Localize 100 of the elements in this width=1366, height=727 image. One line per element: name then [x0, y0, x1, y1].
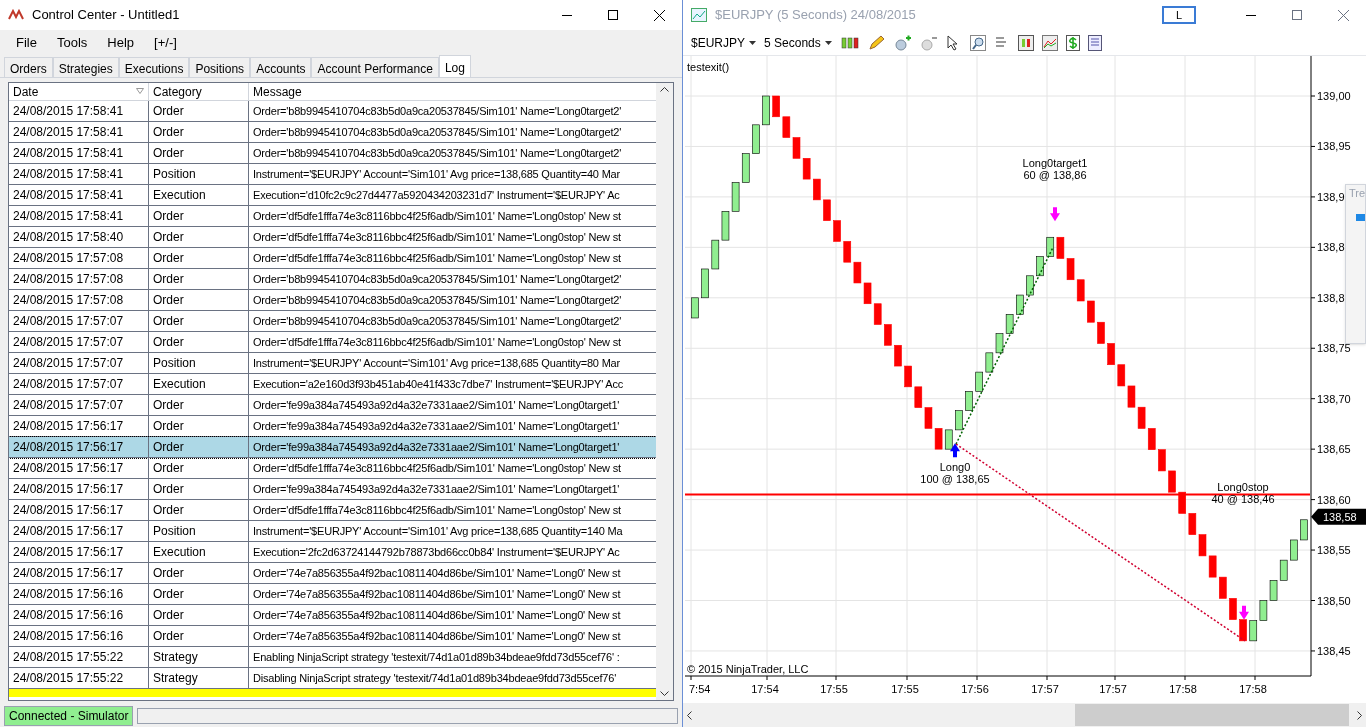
log-row[interactable]: 24/08/2015 17:56:17 Order Order='fe99a384a745493a92d4a32e7331aae2/Sim101' Name='Long0target1' — [9, 437, 656, 458]
category-cell: Position — [149, 353, 249, 373]
tab[interactable]: Log — [438, 55, 471, 77]
date-cell: 24/08/2015 17:56:17 — [9, 563, 149, 583]
scroll-down-icon[interactable] — [660, 691, 669, 696]
toolbar-dropdown[interactable]: $EURJPY — [691, 33, 757, 52]
candle — [1036, 256, 1044, 277]
axis-tick — [976, 675, 978, 681]
category-cell: Order — [149, 311, 249, 331]
zoom-in-icon[interactable] — [893, 34, 912, 51]
date-cell: 24/08/2015 17:55:22 — [9, 647, 149, 667]
date-cell: 24/08/2015 17:57:07 — [9, 374, 149, 394]
axis-tick — [835, 675, 837, 681]
message-cell-text: Order='fe99a384a745493a92d4a32e7331aae2/Sim101' Name='Long0target1' — [252, 418, 621, 434]
layout-button[interactable]: L — [1162, 6, 1196, 24]
menu-item[interactable]: File — [8, 33, 45, 53]
log-row[interactable]: 24/08/2015 17:57:07 Order Order='b8b9945410704c83b5d0a9ca20537845/Sim101' Name='Long0target2' — [9, 311, 656, 332]
log-row[interactable]: 24/08/2015 17:56:17 Execution Execution='2fc2d63724144792b78873bd66cc0b84' Instrument='$EURJPY' Ac — [9, 542, 656, 563]
candlestick-icon[interactable] — [839, 34, 860, 51]
tab[interactable]: Executions — [118, 57, 190, 77]
price-axis-label: 138,50 — [1317, 594, 1351, 607]
log-row[interactable]: 24/08/2015 17:58:40 Order Order='df5dfe1fffa74e3c8116bbc4f25f6adb/Sim101' Name='Long0stop' New st — [9, 227, 656, 248]
message-cell-text: Order='b8b9945410704c83b5d0a9ca20537845/Sim101' Name='Long0target2' — [252, 271, 623, 287]
log-row[interactable]: 24/08/2015 17:55:22 Strategy Enabling NinjaScript strategy 'testexit/74d1a01d89b34bdeae9fdd73d55cef76' : — [9, 647, 656, 668]
scroll-right-icon[interactable] — [1357, 710, 1362, 720]
tab[interactable]: Orders — [4, 57, 53, 77]
scroll-left-icon[interactable] — [687, 710, 692, 720]
time-axis-label: 17:57 — [1031, 683, 1059, 695]
pencil-icon[interactable] — [867, 34, 886, 51]
log-row[interactable]: 24/08/2015 17:58:41 Order Order='df5dfe1fffa74e3c8116bbc4f25f6adb/Sim101' Name='Long0stop' New st — [9, 206, 656, 227]
log-row[interactable]: 24/08/2015 17:56:17 Order Order='df5dfe1fffa74e3c8116bbc4f25f6adb/Sim101' Name='Long0stop' New st — [9, 500, 656, 521]
tab[interactable]: Positions — [189, 57, 251, 77]
message-cell-text: Order='b8b9945410704c83b5d0a9ca20537845/Sim101' Name='Long0target2' — [252, 313, 623, 329]
log-row[interactable]: 24/08/2015 17:56:17 Order Order='74e7a856355a4f92bac10811404d86be/Sim101' Name='Long0' New st — [9, 563, 656, 584]
date-cell: 24/08/2015 17:57:07 — [9, 332, 149, 352]
category-cell: Order — [149, 458, 249, 478]
tab[interactable]: Account Performance — [311, 57, 439, 77]
log-row[interactable]: 24/08/2015 17:57:07 Order Order='fe99a384a745493a92d4a32e7331aae2/Sim101' Name='Long0target1' — [9, 395, 656, 416]
candle — [782, 116, 791, 138]
time-axis-label: 17:55 — [891, 683, 919, 695]
properties-icon[interactable] — [1087, 34, 1102, 51]
log-row[interactable]: 24/08/2015 17:57:07 Position Instrument='$EURJPY' Account='Sim101' Avg price=138,685 Quantity=80 Mar — [9, 353, 656, 374]
log-row[interactable]: 24/08/2015 17:57:08 Order Order='b8b9945410704c83b5d0a9ca20537845/Sim101' Name='Long0target2' — [9, 269, 656, 290]
price-axis-label: 138,9 — [1317, 190, 1345, 203]
candle — [792, 137, 801, 159]
line-chart-icon[interactable] — [1041, 34, 1058, 51]
axis-tick — [1310, 448, 1316, 450]
candle — [1239, 619, 1247, 642]
axis-tick — [766, 675, 768, 681]
date-cell: 24/08/2015 17:58:41 — [9, 101, 149, 121]
log-row[interactable]: 24/08/2015 17:56:17 Order Order='fe99a384a745493a92d4a32e7331aae2/Sim101' Name='Long0target1' — [9, 479, 656, 500]
log-row[interactable]: 24/08/2015 17:56:16 Order Order='74e7a856355a4f92bac10811404d86be/Sim101' Name='Long0' New st — [9, 584, 656, 605]
time-axis-label: 17:55 — [820, 683, 848, 695]
axis-tick — [1310, 398, 1316, 400]
log-row[interactable]: 24/08/2015 17:58:41 Order Order='b8b9945410704c83b5d0a9ca20537845/Sim101' Name='Long0target2' — [9, 122, 656, 143]
scrollbar[interactable] — [656, 83, 673, 700]
candle — [1026, 275, 1034, 296]
magnifier-icon[interactable] — [969, 34, 986, 51]
message-cell-text: Order='fe99a384a745493a92d4a32e7331aae2/Sim101' Name='Long0target1' — [252, 397, 621, 413]
log-row[interactable]: 24/08/2015 17:57:07 Order Order='df5dfe1fffa74e3c8116bbc4f25f6adb/Sim101' Name='Long0stop' New st — [9, 332, 656, 353]
candle — [1188, 513, 1197, 535]
log-row[interactable]: 24/08/2015 17:58:41 Order Order='b8b9945410704c83b5d0a9ca20537845/Sim101' Name='Long0target2' — [9, 143, 656, 164]
tab[interactable]: Strategies — [52, 57, 119, 77]
date-cell: 24/08/2015 17:58:41 — [9, 143, 149, 163]
candle — [1208, 555, 1217, 578]
tab[interactable]: Accounts — [250, 57, 312, 77]
candle — [1168, 470, 1176, 493]
menu-item[interactable]: Help — [99, 33, 143, 53]
toolbar-dropdown[interactable]: 5 Seconds — [764, 33, 832, 52]
log-row[interactable]: 24/08/2015 17:58:41 Order Order='b8b9945410704c83b5d0a9ca20537845/Sim101' Name='Long0target2' — [9, 101, 656, 122]
window-title: Control Center - Untitled1 — [32, 6, 180, 25]
indicator-label: testexit() — [687, 61, 730, 73]
scroll-up-icon[interactable] — [660, 87, 669, 92]
zoom-out-icon[interactable] — [919, 34, 938, 51]
menu-item[interactable]: Tools — [48, 33, 96, 53]
column-header[interactable]: Date — [9, 83, 149, 100]
category-cell: Order — [149, 143, 249, 163]
column-header[interactable]: Category — [149, 83, 249, 100]
horizontal-scrollbar[interactable] — [683, 703, 1366, 727]
dollar-icon[interactable] — [1065, 34, 1080, 51]
log-row[interactable]: 24/08/2015 17:57:07 Execution Execution='a2e160d3f93b451ab40e41f433c7dbe7' Instrument='$EURJPY' Acc — [9, 374, 656, 395]
log-row[interactable]: 24/08/2015 17:56:16 Order Order='74e7a856355a4f92bac10811404d86be/Sim101' Name='Long0' New st — [9, 626, 656, 647]
log-row[interactable]: 24/08/2015 17:58:41 Position Instrument='$EURJPY' Account='Sim101' Avg price=138,685 Quantity=40 Mar — [9, 164, 656, 185]
log-row[interactable]: 24/08/2015 17:57:08 Order Order='df5dfe1fffa74e3c8116bbc4f25f6adb/Sim101' Name='Long0stop' New st — [9, 248, 656, 269]
log-row[interactable]: 24/08/2015 17:56:17 Position Instrument='$EURJPY' Account='Sim101' Avg price=138,685 Quantity=140 Ma — [9, 521, 656, 542]
scrollbar-thumb[interactable] — [1075, 704, 1349, 726]
candle — [1117, 364, 1126, 387]
time-axis-label: 17:58 — [1239, 683, 1267, 695]
last-price: 138,58 — [1323, 510, 1357, 523]
log-row[interactable]: 24/08/2015 17:56:16 Order Order='74e7a856355a4f92bac10811404d86be/Sim101' Name='Long0' New st — [9, 605, 656, 626]
chart-bars-icon[interactable] — [1017, 34, 1034, 51]
menu-item[interactable]: [+/-] — [146, 33, 185, 53]
column-header[interactable]: Message — [249, 83, 656, 100]
marker-detail: 100 @ 138,65 — [920, 473, 990, 486]
log-row[interactable]: 24/08/2015 17:58:41 Execution Execution='d10fc2c9c27d4477a5920434203231d7' Instrument='$EURJPY' Ac — [9, 185, 656, 206]
time-axis-label: 7:54 — [689, 683, 711, 695]
log-row[interactable]: 24/08/2015 17:56:17 Order Order='df5dfe1fffa74e3c8116bbc4f25f6adb/Sim101' Name='Long0stop' New st — [9, 458, 656, 479]
log-row[interactable]: 24/08/2015 17:57:08 Order Order='b8b9945410704c83b5d0a9ca20537845/Sim101' Name='Long0target2' — [9, 290, 656, 311]
message-cell-text: Order='b8b9945410704c83b5d0a9ca20537845/Sim101' Name='Long0target2' — [252, 124, 623, 140]
date-cell: 24/08/2015 17:56:16 — [9, 626, 149, 646]
